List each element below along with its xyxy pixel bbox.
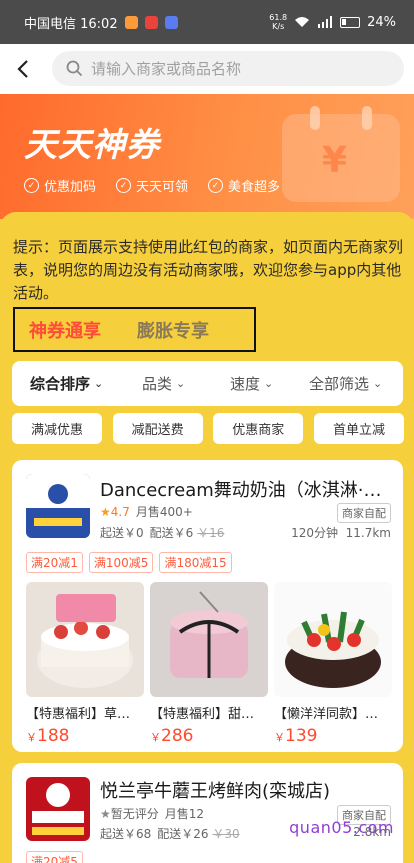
sort-comprehensive[interactable]: 综合排序 ⌄ <box>30 373 103 394</box>
store-card[interactable]: Dancecream舞动奶油（冰淇淋·… ★4.7 月售400+ 商家自配 起送… <box>12 460 403 752</box>
product-price: ￥139 <box>274 726 318 746</box>
back-button[interactable] <box>0 44 46 94</box>
watermark: quan05.com <box>289 818 394 837</box>
notice-text: 提示：页面展示支持使用此红包的商家，如页面内无商家列表，说明您的周边没有活动商家… <box>13 238 404 302</box>
tab-shenquan[interactable]: 神券通享 <box>15 317 115 343</box>
chevron-left-icon <box>17 60 28 78</box>
search-input[interactable] <box>91 59 381 78</box>
self-delivery-tag: 商家自配 <box>337 503 391 523</box>
store-name[interactable]: Dancecream舞动奶油（冰淇淋·… <box>100 476 390 502</box>
chevron-down-icon: ⌄ <box>264 377 274 390</box>
star-icon: ★ <box>100 504 111 519</box>
chevron-down-icon: ⌄ <box>176 377 186 390</box>
promo-tag: 满20减1 <box>26 552 83 573</box>
search-box[interactable] <box>52 51 404 86</box>
battery-icon <box>340 16 361 28</box>
promo-tag: 满180减15 <box>159 552 232 573</box>
battery-level: 24% <box>367 14 396 30</box>
product-image <box>274 582 392 697</box>
tab-pengzhang[interactable]: 膨胀专享 <box>123 317 223 343</box>
sort-speed[interactable]: 速度 ⌄ <box>230 373 273 394</box>
delivery-info: 起送￥0 配送￥6 ￥16 <box>100 526 225 540</box>
product-item[interactable]: 【特惠福利】草… ￥188 <box>26 582 144 746</box>
calendar-coupon-icon: ¥ <box>282 106 400 202</box>
product-item[interactable]: 【懒洋洋同款】… ￥139 <box>274 582 392 746</box>
product-image <box>150 582 268 697</box>
product-name: 【特惠福利】草… <box>26 707 131 722</box>
promo-tags: 满20减1 满100减5 满180减15 <box>26 552 232 573</box>
store-card[interactable]: 悦兰亭牛蘑王烤鲜肉(栾城店) ★暂无评分 月售12 商家自配 起送￥68 配送￥… <box>12 763 403 863</box>
store-logo <box>26 474 90 538</box>
product-price: ￥286 <box>150 726 194 746</box>
promo-tags: 满20减5 <box>26 851 83 863</box>
coupon-tabs: 神券通享 膨胀专享 <box>13 307 256 352</box>
search-icon <box>66 60 83 77</box>
chevron-down-icon: ⌄ <box>373 377 383 390</box>
store-rating: ★暂无评分 月售12 <box>100 807 205 821</box>
app-notification-icon <box>144 15 158 29</box>
check-circle-icon: ✓ <box>208 178 224 193</box>
delivery-info: 起送￥68 配送￥26 ￥30 <box>100 827 240 841</box>
coupon-banner: ¥ 天天神券 ✓ 优惠加码 ✓ 天天可领 ✓ 美食超多 <box>0 94 414 219</box>
store-name[interactable]: 悦兰亭牛蘑王烤鲜肉(栾城店) <box>100 777 390 803</box>
product-price: ￥188 <box>26 726 70 746</box>
product-name: 【懒洋洋同款】… <box>274 707 379 722</box>
filter-chip[interactable]: 减配送费 <box>112 413 203 444</box>
top-bar <box>0 44 414 94</box>
network-speed: 61.8 K/s <box>269 13 288 31</box>
banner-feature: ✓ 优惠加码 <box>24 176 96 195</box>
banner-title: 天天神券 <box>24 125 160 164</box>
banner-feature: ✓ 美食超多 <box>208 176 280 195</box>
product-item[interactable]: 【特惠福利】甜… ￥286 <box>150 582 268 746</box>
check-circle-icon: ✓ <box>24 178 39 193</box>
promo-tag: 满100减5 <box>88 552 154 573</box>
filter-chip[interactable]: 优惠商家 <box>213 413 304 444</box>
star-icon: ★ <box>100 807 111 821</box>
filter-chip[interactable]: 首单立减 <box>313 413 404 444</box>
filter-chips: 满减优惠 减配送费 优惠商家 首单立减 <box>12 413 404 444</box>
promo-tag: 满20减5 <box>26 851 83 863</box>
sort-category[interactable]: 品类 ⌄ <box>142 373 185 394</box>
store-logo <box>26 777 90 841</box>
check-circle-icon: ✓ <box>116 178 132 193</box>
sort-all-filters[interactable]: 全部筛选 ⌄ <box>309 373 382 394</box>
store-rating: ★4.7 月售400+ <box>100 504 193 520</box>
sort-bar: 综合排序 ⌄ 品类 ⌄ 速度 ⌄ 全部筛选 ⌄ <box>12 361 403 406</box>
chevron-down-icon: ⌄ <box>94 377 104 390</box>
product-image <box>26 582 144 697</box>
banner-feature: ✓ 天天可领 <box>116 176 188 195</box>
product-name: 【特惠福利】甜… <box>150 707 255 722</box>
filter-chip[interactable]: 满减优惠 <box>12 413 102 444</box>
app-notification-icon <box>124 15 138 29</box>
app-notification-icon <box>164 15 178 29</box>
carrier-time: 中国电信 16:02 <box>24 16 118 32</box>
time-distance: 120分钟 11.7km <box>291 526 391 540</box>
status-bar: 中国电信 16:02 61.8 K/s 24% <box>0 0 414 44</box>
signal-icon <box>318 16 333 28</box>
wifi-icon <box>295 17 310 27</box>
